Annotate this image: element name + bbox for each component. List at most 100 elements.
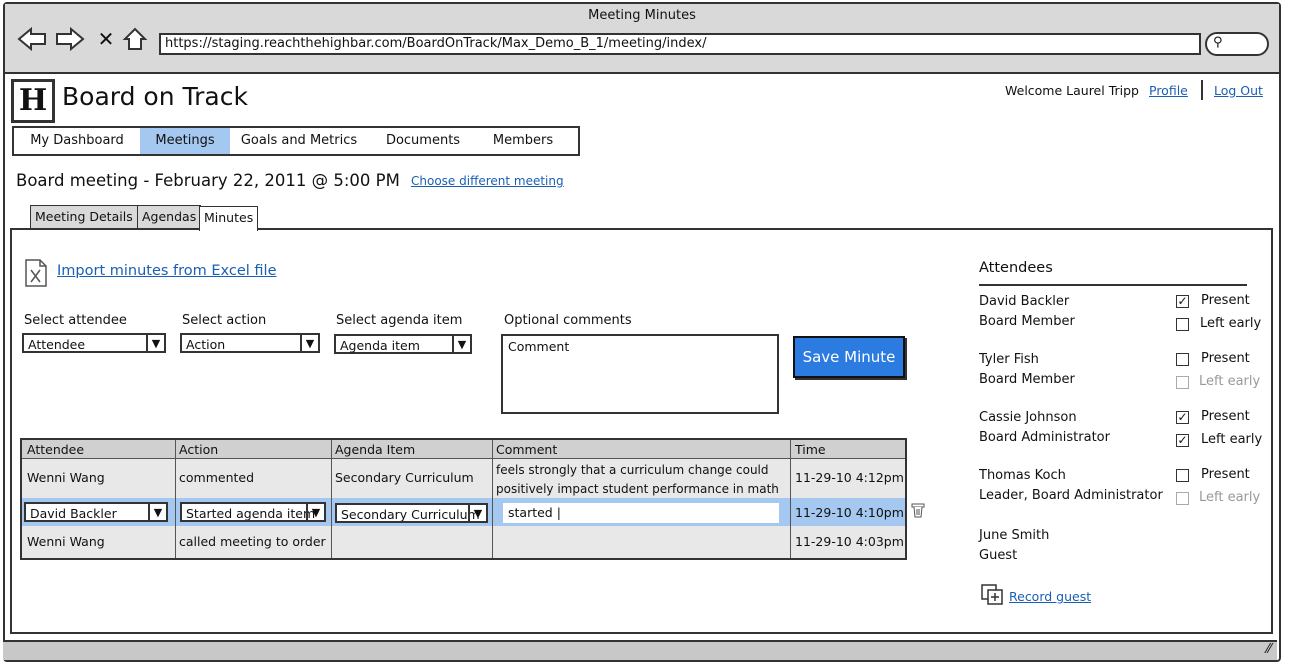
row1-comment: feels strongly that a curriculum change … <box>496 463 779 496</box>
attendees-divider <box>979 284 1247 286</box>
agenda-select-label: Select agenda item <box>336 313 463 328</box>
attendee-role: Board Member <box>979 314 1075 329</box>
record-guest-link[interactable]: Record guest <box>1009 589 1091 604</box>
header-divider <box>1201 80 1203 100</box>
column-divider <box>790 440 791 558</box>
header-time: Time <box>795 442 826 457</box>
back-arrow-icon[interactable] <box>17 24 47 54</box>
row2-action-select[interactable]: Started agenda item ▼ <box>180 502 326 522</box>
present-label: Present <box>1201 351 1250 366</box>
agenda-select-value: Agenda item <box>340 338 420 353</box>
left-early-checkbox <box>1176 492 1189 505</box>
present-label: Present <box>1201 293 1250 308</box>
left-early-label: Left early <box>1201 432 1263 447</box>
window-title: Meeting Minutes <box>588 8 696 23</box>
excel-file-icon <box>24 258 48 292</box>
app-logo: H <box>11 79 55 123</box>
row2-agenda-value: Secondary Curriculum <box>341 507 480 522</box>
nav-goals-metrics[interactable]: Goals and Metrics <box>230 128 368 154</box>
row2-comment-input[interactable]: started | <box>503 503 779 523</box>
present-label: Present <box>1201 409 1250 424</box>
resize-grip-icon[interactable]: ⁄⁄ <box>1267 642 1271 657</box>
row2-agenda-select[interactable]: Secondary Curriculum ▼ <box>335 503 488 523</box>
action-select[interactable]: Action ▼ <box>180 333 320 353</box>
attendee-role: Board Member <box>979 372 1075 387</box>
browser-statusbar: ⁄⁄ <box>3 640 1277 660</box>
import-excel-link[interactable]: Import minutes from Excel file <box>57 263 277 279</box>
row2-attendee-select[interactable]: David Backler ▼ <box>24 502 168 522</box>
minutes-table: Attendee Action Agenda Item Comment Time… <box>20 438 907 560</box>
logout-link[interactable]: Log Out <box>1214 83 1263 98</box>
stop-icon[interactable]: ✕ <box>91 24 121 54</box>
row3-time: 11-29-10 4:03pm <box>795 534 904 549</box>
table-header <box>22 440 905 459</box>
trash-icon[interactable] <box>911 502 925 522</box>
attendee-role: Leader, Board Administrator <box>979 488 1163 503</box>
header-agenda-item: Agenda Item <box>335 442 416 457</box>
browser-titlebar: Meeting Minutes ✕ https://staging.reacht… <box>5 4 1279 74</box>
home-icon[interactable] <box>120 24 150 54</box>
nav-documents[interactable]: Documents <box>368 128 478 154</box>
left-early-label: Left early <box>1199 374 1261 389</box>
present-checkbox[interactable] <box>1176 353 1189 366</box>
add-guest-icon[interactable] <box>981 584 1005 610</box>
search-icon: ⚲ <box>1213 35 1223 50</box>
attendee-select-value: Attendee <box>28 337 86 352</box>
row3-action: called meeting to order <box>179 534 326 549</box>
welcome-text: Welcome Laurel Tripp <box>1005 83 1139 98</box>
chevron-down-icon: ▼ <box>300 335 318 351</box>
chevron-down-icon: ▼ <box>452 336 470 352</box>
present-checkbox[interactable] <box>1176 469 1189 482</box>
comments-label: Optional comments <box>504 313 632 328</box>
meeting-title: Board meeting - February 22, 2011 @ 5:00… <box>16 171 400 190</box>
forward-arrow-icon[interactable] <box>55 24 85 54</box>
row1-attendee: Wenni Wang <box>27 470 105 485</box>
nav-members[interactable]: Members <box>478 128 568 154</box>
column-divider <box>331 440 332 558</box>
left-early-checkbox[interactable] <box>1176 318 1189 331</box>
attendee-select[interactable]: Attendee ▼ <box>22 333 166 353</box>
present-checkbox[interactable]: ✓ <box>1176 411 1189 424</box>
attendee-name: June Smith <box>979 528 1050 543</box>
row2-attendee-value: David Backler <box>30 506 117 521</box>
attendee-name: David Backler <box>979 294 1070 309</box>
row1-time: 11-29-10 4:12pm <box>795 470 904 485</box>
comment-textarea[interactable]: Comment <box>501 334 779 414</box>
attendee-select-label: Select attendee <box>24 313 127 328</box>
row1-agenda: Secondary Curriculum <box>335 470 474 485</box>
nav-meetings[interactable]: Meetings <box>140 128 230 154</box>
row3-attendee: Wenni Wang <box>27 534 105 549</box>
profile-link[interactable]: Profile <box>1149 83 1188 98</box>
action-select-label: Select action <box>182 313 267 328</box>
attendees-heading: Attendees <box>979 260 1053 276</box>
nav-my-dashboard[interactable]: My Dashboard <box>14 128 140 154</box>
chevron-down-icon: ▼ <box>148 504 166 520</box>
chevron-down-icon: ▼ <box>306 504 324 520</box>
chevron-down-icon: ▼ <box>146 335 164 351</box>
app-name: Board on Track <box>62 82 248 111</box>
chevron-down-icon: ▼ <box>468 505 486 521</box>
browser-search-field[interactable]: ⚲ <box>1205 32 1269 56</box>
tab-meeting-details[interactable]: Meeting Details <box>30 205 138 228</box>
present-label: Present <box>1201 467 1250 482</box>
header-attendee: Attendee <box>27 442 85 457</box>
action-select-value: Action <box>186 337 226 352</box>
attendee-role: Guest <box>979 548 1018 563</box>
header-comment: Comment <box>496 442 558 457</box>
save-minute-button[interactable]: Save Minute <box>793 336 905 378</box>
address-bar[interactable]: https://staging.reachthehighbar.com/Boar… <box>159 33 1201 55</box>
header-action: Action <box>179 442 219 457</box>
left-early-checkbox[interactable]: ✓ <box>1176 434 1189 447</box>
row2-time: 11-29-10 4:10pm <box>795 505 904 520</box>
row1-action: commented <box>179 470 255 485</box>
attendee-name: Cassie Johnson <box>979 410 1077 425</box>
present-checkbox[interactable]: ✓ <box>1176 295 1189 308</box>
choose-meeting-link[interactable]: Choose different meeting <box>411 174 564 188</box>
tab-agendas[interactable]: Agendas <box>137 205 202 228</box>
tab-minutes[interactable]: Minutes <box>199 206 259 231</box>
column-divider <box>492 440 493 558</box>
attendee-role: Board Administrator <box>979 430 1110 445</box>
attendee-name: Tyler Fish <box>979 352 1039 367</box>
left-early-checkbox <box>1176 376 1189 389</box>
agenda-select[interactable]: Agenda item ▼ <box>334 334 472 354</box>
